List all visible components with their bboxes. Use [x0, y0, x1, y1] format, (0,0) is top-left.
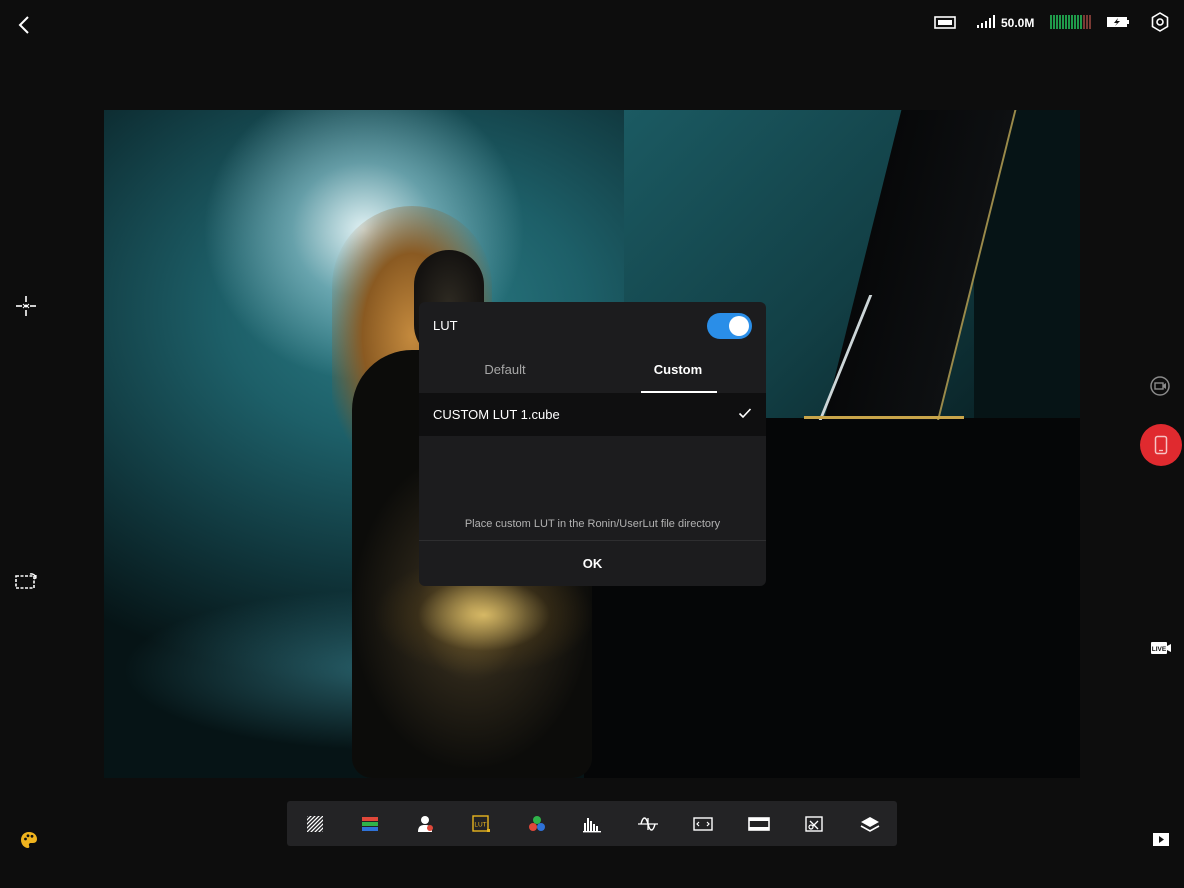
svg-text:LUT: LUT: [474, 822, 486, 829]
aspect-ratio-icon[interactable]: [748, 813, 770, 835]
svg-text:LIVE: LIVE: [1152, 646, 1167, 653]
color-picker-icon[interactable]: [526, 813, 548, 835]
skin-tone-icon[interactable]: [415, 813, 437, 835]
checkmark-icon: [738, 408, 752, 419]
chevron-left-icon: [18, 16, 29, 34]
signal-icon: [976, 15, 996, 34]
ok-button[interactable]: OK: [419, 541, 766, 586]
dialog-hint: Place custom LUT in the Ronin/UserLut fi…: [464, 518, 721, 530]
back-button[interactable]: [14, 12, 36, 38]
tab-default[interactable]: Default: [445, 362, 565, 377]
camera-switch-icon[interactable]: [1148, 374, 1172, 398]
waveform-icon[interactable]: [637, 813, 659, 835]
phone-icon: [1154, 435, 1168, 455]
anamorphic-icon[interactable]: [803, 813, 825, 835]
lut-icon[interactable]: LUT: [470, 813, 492, 835]
battery-level-icon: [1050, 15, 1092, 34]
frame-guide-icon[interactable]: [692, 813, 714, 835]
zebra-icon[interactable]: [304, 813, 326, 835]
tab-custom[interactable]: Custom: [618, 362, 738, 377]
monitor-icon: [934, 16, 956, 35]
focus-crosshair-icon[interactable]: [14, 294, 38, 318]
charging-icon: [1106, 15, 1130, 34]
dialog-title: LUT: [433, 318, 458, 333]
palette-icon[interactable]: [19, 830, 39, 850]
lut-tabs: Default Custom: [419, 354, 766, 393]
feed-piano-edge: [804, 416, 964, 419]
false-color-icon[interactable]: [359, 813, 381, 835]
monitoring-toolbar: LUT: [287, 801, 897, 846]
storage-text: 50.0M: [1001, 16, 1035, 30]
settings-icon[interactable]: [1150, 12, 1170, 37]
lut-file-name: CUSTOM LUT 1.cube: [433, 407, 560, 422]
lut-dialog: LUT Default Custom CUSTOM LUT 1.cube Pla…: [419, 302, 766, 586]
layers-icon[interactable]: [859, 813, 881, 835]
list-item[interactable]: CUSTOM LUT 1.cube: [419, 393, 766, 436]
toggle-knob: [729, 316, 749, 336]
live-icon[interactable]: LIVE: [1150, 640, 1174, 664]
frame-rotate-icon[interactable]: [14, 570, 38, 594]
playback-icon[interactable]: [1152, 832, 1170, 848]
histogram-icon[interactable]: [581, 813, 603, 835]
lut-toggle[interactable]: [707, 313, 752, 339]
record-mode-button[interactable]: [1140, 424, 1182, 466]
